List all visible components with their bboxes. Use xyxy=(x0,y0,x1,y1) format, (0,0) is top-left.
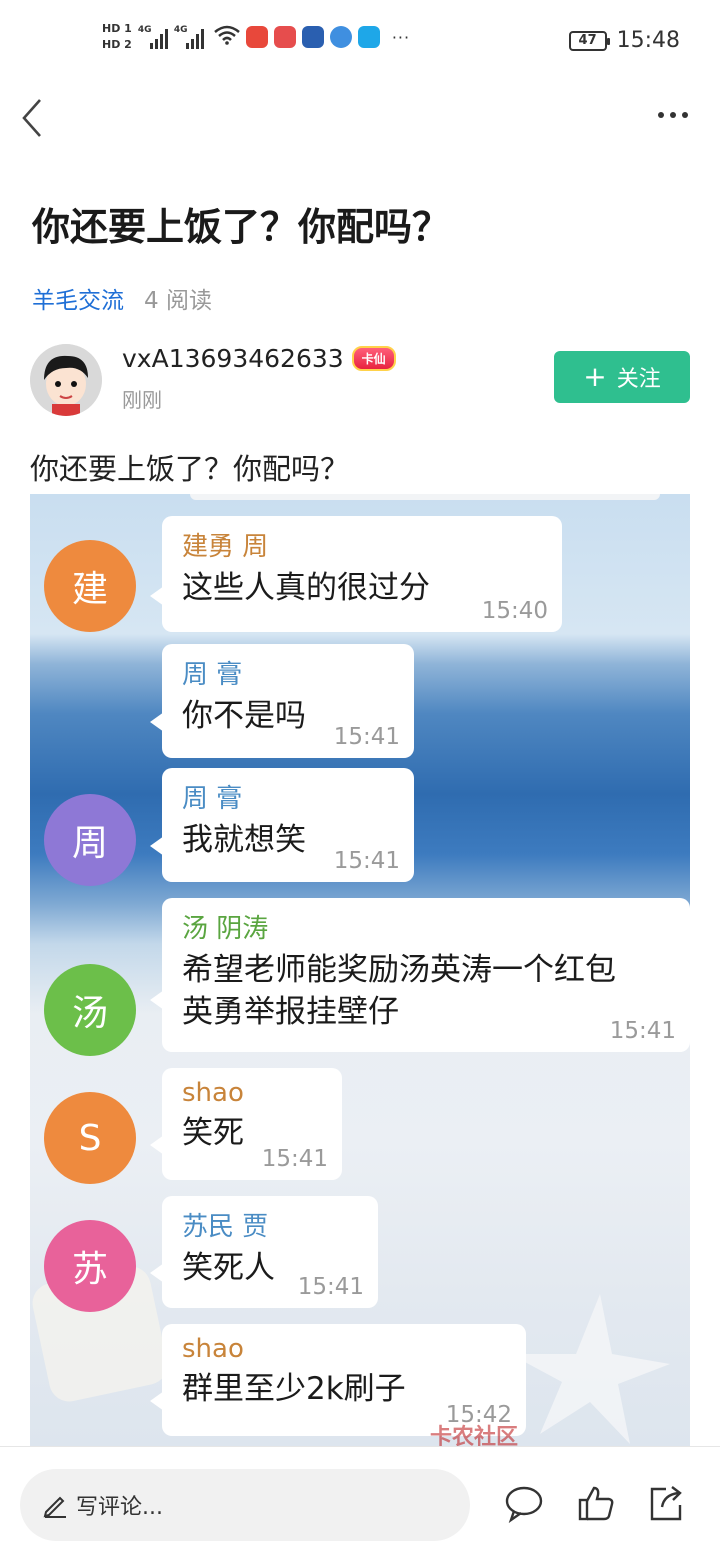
avatar[interactable] xyxy=(30,344,102,416)
clock: 15:48 xyxy=(616,28,680,53)
read-count: 4 阅读 xyxy=(144,288,212,314)
comment-input[interactable]: 写评论... xyxy=(20,1469,470,1541)
author-name-row: vxA13693462633 卡仙 xyxy=(122,344,396,373)
hd1-label: HD 1 xyxy=(102,22,132,35)
chat-sender: shao xyxy=(182,1078,244,1108)
sim-indicator: HD 1 HD 2 xyxy=(102,22,132,52)
chat-time: 15:41 xyxy=(333,724,400,750)
app-notification-icon xyxy=(273,26,296,48)
chat-avatar: 周 xyxy=(44,794,136,886)
chat-time: 15:41 xyxy=(261,1146,328,1172)
app-notification-icon xyxy=(329,26,352,48)
chat-bubble: 建勇 周 这些人真的很过分 15:40 xyxy=(150,516,562,632)
edit-icon xyxy=(43,1496,66,1518)
chat-text: 希望老师能奖励汤英涛一个红包 xyxy=(182,952,616,988)
chat-avatar: 苏 xyxy=(44,1220,136,1312)
starfish-decoration xyxy=(510,1294,670,1444)
chat-avatar: S xyxy=(44,1092,136,1184)
chat-bubble: 汤 阴涛 希望老师能奖励汤英涛一个红包 英勇举报挂壁仔 15:41 xyxy=(150,898,690,1052)
chat-screenshot-image: 建 建勇 周 这些人真的很过分 15:40 周 膏 你不是吗 15:41 周 周… xyxy=(30,494,690,1446)
app-notification-icon xyxy=(301,26,324,48)
chat-sender: shao xyxy=(182,1334,244,1364)
chat-time: 15:40 xyxy=(481,598,548,624)
chat-sender: 苏民 贾 xyxy=(182,1212,269,1242)
chat-bubble: 苏民 贾 笑死人 15:41 xyxy=(150,1196,378,1308)
bottom-bar: 写评论... xyxy=(0,1446,720,1560)
status-icons: HD 1 HD 2 4G 4G ··· xyxy=(102,22,410,52)
like-icon[interactable] xyxy=(576,1483,616,1523)
article-body-text: 你还要上饭了？你配吗？ xyxy=(30,452,350,486)
article-title: 你还要上饭了？你配吗？ xyxy=(32,205,451,249)
app-notification-icon xyxy=(245,26,268,48)
app-notification-icon xyxy=(357,26,380,48)
chat-sender: 建勇 周 xyxy=(182,532,269,562)
comment-placeholder: 写评论... xyxy=(76,1495,163,1520)
plus-icon: + xyxy=(583,360,607,393)
chat-time: 15:41 xyxy=(333,848,400,874)
chat-time: 15:41 xyxy=(609,1018,676,1044)
category-link[interactable]: 羊毛交流 xyxy=(32,281,124,315)
status-bar: HD 1 HD 2 4G 4G ··· 47 15:48 xyxy=(0,0,720,84)
follow-button[interactable]: + 关注 xyxy=(554,351,690,403)
post-time: 刚刚 xyxy=(122,388,162,412)
comment-icon[interactable] xyxy=(504,1483,544,1523)
cut-bubble xyxy=(190,494,660,500)
author-name[interactable]: vxA13693462633 xyxy=(122,344,344,373)
author-row: vxA13693462633 卡仙 刚刚 + 关注 xyxy=(30,344,690,418)
chat-bubble: 周 膏 你不是吗 15:41 xyxy=(150,644,414,758)
battery-icon: 47 xyxy=(568,30,610,51)
chat-sender: 周 膏 xyxy=(182,660,243,690)
article-meta: 羊毛交流 4 阅读 xyxy=(32,281,212,315)
watermark: 卡农社区 xyxy=(430,1425,519,1446)
status-right: 47 15:48 xyxy=(568,28,680,53)
signal-2-icon: 4G xyxy=(174,25,204,49)
chat-bubble: shao 笑死 15:41 xyxy=(150,1068,342,1180)
more-notifications-icon: ··· xyxy=(391,27,411,47)
share-icon[interactable] xyxy=(646,1483,686,1523)
wifi-icon xyxy=(214,25,240,50)
chat-sender: 汤 阴涛 xyxy=(182,914,269,944)
chat-avatar: 建 xyxy=(44,540,136,632)
chat-sender: 周 膏 xyxy=(182,784,243,814)
chat-avatar: 汤 xyxy=(44,964,136,1056)
back-icon[interactable] xyxy=(20,98,44,138)
chat-text-line2: 英勇举报挂壁仔 xyxy=(182,994,399,1030)
top-nav xyxy=(0,84,720,150)
hd2-label: HD 2 xyxy=(102,38,132,51)
more-icon[interactable] xyxy=(658,112,688,118)
chat-bubble: 周 膏 我就想笑 15:41 xyxy=(150,768,414,882)
follow-label: 关注 xyxy=(616,367,661,392)
chat-time: 15:41 xyxy=(297,1274,364,1300)
signal-1-icon: 4G xyxy=(138,25,168,49)
author-badge: 卡仙 xyxy=(351,346,396,371)
